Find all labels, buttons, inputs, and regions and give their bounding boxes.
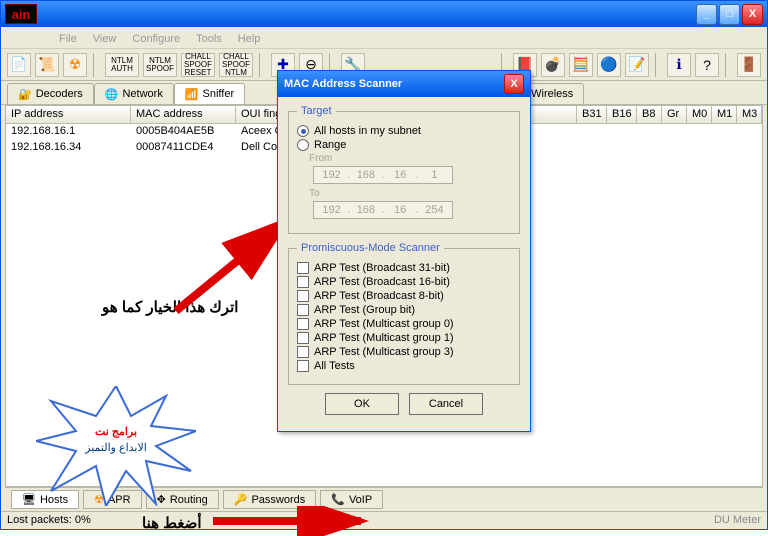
app-logo: ain bbox=[5, 4, 37, 24]
to-label: To bbox=[309, 188, 511, 199]
exit-icon[interactable]: 🚪 bbox=[737, 53, 761, 77]
radio-range[interactable]: Range bbox=[297, 139, 511, 151]
dialog-close-button[interactable]: X bbox=[504, 74, 524, 94]
info-icon[interactable]: ℹ bbox=[667, 53, 691, 77]
col-gr[interactable]: Gr bbox=[662, 106, 687, 123]
help-icon[interactable]: ? bbox=[695, 53, 719, 77]
chall-ntlm-button[interactable]: CHALL SPOOF NTLM bbox=[219, 53, 253, 77]
ip-to-input: 192.168.16.254 bbox=[313, 201, 453, 219]
lock-icon: 🔐 bbox=[18, 88, 32, 101]
ntlm-spoof-button[interactable]: NTLM SPOOF bbox=[143, 53, 177, 77]
script-icon[interactable]: 📜 bbox=[35, 53, 59, 77]
radio-icon bbox=[297, 139, 309, 151]
menu-tools[interactable]: Tools bbox=[190, 31, 228, 48]
annotation-press-here: أضغط هنا bbox=[142, 514, 202, 532]
dialog-title: MAC Address Scanner bbox=[284, 78, 402, 90]
close-button[interactable]: X bbox=[742, 4, 763, 25]
dialog-titlebar: MAC Address Scanner X bbox=[278, 71, 530, 97]
status-right: DU Meter bbox=[714, 514, 761, 527]
target-legend: Target bbox=[297, 105, 336, 117]
check-all-tests[interactable]: All Tests bbox=[297, 360, 511, 372]
check-arp-16[interactable]: ARP Test (Broadcast 16-bit) bbox=[297, 276, 511, 288]
mac-scanner-dialog: MAC Address Scanner X Target All hosts i… bbox=[277, 70, 531, 432]
checkbox-icon bbox=[297, 318, 309, 330]
from-label: From bbox=[309, 153, 511, 164]
menu-view[interactable]: View bbox=[87, 31, 123, 48]
key-icon: 🔑 bbox=[234, 493, 248, 506]
tab-decoders[interactable]: 🔐Decoders bbox=[7, 83, 94, 104]
col-b31[interactable]: B31 bbox=[577, 106, 607, 123]
check-mcast-3[interactable]: ARP Test (Multicast group 3) bbox=[297, 346, 511, 358]
ip-from-input: 192.168.16.1 bbox=[313, 166, 453, 184]
calc-icon[interactable]: 🧮 bbox=[569, 53, 593, 77]
menu-configure[interactable]: Configure bbox=[126, 31, 186, 48]
col-b16[interactable]: B16 bbox=[607, 106, 637, 123]
ntlm-auth-button[interactable]: NTLM AUTH bbox=[105, 53, 139, 77]
new-icon[interactable]: 📄 bbox=[7, 53, 31, 77]
menu-file[interactable]: File bbox=[53, 31, 83, 48]
radio-icon bbox=[297, 125, 309, 137]
nuclear-icon[interactable]: ☢ bbox=[63, 53, 87, 77]
doc-icon[interactable]: 📝 bbox=[625, 53, 649, 77]
col-m3[interactable]: M3 bbox=[737, 106, 762, 123]
check-mcast-0[interactable]: ARP Test (Multicast group 0) bbox=[297, 318, 511, 330]
checkbox-icon bbox=[297, 290, 309, 302]
radio-all-hosts[interactable]: All hosts in my subnet bbox=[297, 125, 511, 137]
check-mcast-1[interactable]: ARP Test (Multicast group 1) bbox=[297, 332, 511, 344]
col-m0[interactable]: M0 bbox=[687, 106, 712, 123]
col-m1[interactable]: M1 bbox=[712, 106, 737, 123]
explode-icon[interactable]: 💣 bbox=[541, 53, 565, 77]
status-left: Lost packets: 0% bbox=[7, 514, 91, 527]
tab-network[interactable]: 🌐Network bbox=[94, 83, 174, 104]
check-arp-31[interactable]: ARP Test (Broadcast 31-bit) bbox=[297, 262, 511, 274]
checkbox-icon bbox=[297, 332, 309, 344]
checkbox-icon bbox=[297, 304, 309, 316]
col-b8[interactable]: B8 bbox=[637, 106, 662, 123]
host-icon: 🖥 bbox=[22, 493, 36, 506]
check-arp-group[interactable]: ARP Test (Group bit) bbox=[297, 304, 511, 316]
col-ip[interactable]: IP address bbox=[6, 106, 131, 123]
sniffer-icon: 📶 bbox=[185, 88, 199, 101]
statusbar: Lost packets: 0% DU Meter bbox=[1, 511, 767, 529]
voip-icon: 📞 bbox=[331, 493, 345, 506]
globe-icon: 🌐 bbox=[105, 88, 119, 101]
col-mac[interactable]: MAC address bbox=[131, 106, 236, 123]
minimize-button[interactable]: _ bbox=[696, 4, 717, 25]
checkbox-icon bbox=[297, 346, 309, 358]
check-arp-8[interactable]: ARP Test (Broadcast 8-bit) bbox=[297, 290, 511, 302]
chall-reset-button[interactable]: CHALL SPOOF RESET bbox=[181, 53, 215, 77]
maximize-button[interactable]: □ bbox=[719, 4, 740, 25]
ok-button[interactable]: OK bbox=[325, 393, 399, 415]
menu-help[interactable]: Help bbox=[232, 31, 267, 48]
ball-icon[interactable]: 🔵 bbox=[597, 53, 621, 77]
titlebar: ain _ □ X bbox=[1, 1, 767, 27]
promiscuous-fieldset: Promiscuous-Mode Scanner ARP Test (Broad… bbox=[288, 242, 520, 385]
checkbox-icon bbox=[297, 276, 309, 288]
tab-sniffer[interactable]: 📶Sniffer bbox=[174, 83, 245, 104]
checkbox-icon bbox=[297, 360, 309, 372]
starburst: برامج نت الابداع والتميز bbox=[36, 386, 196, 506]
checkbox-icon bbox=[297, 262, 309, 274]
arrow-to-ok bbox=[211, 506, 376, 536]
target-fieldset: Target All hosts in my subnet Range From… bbox=[288, 105, 520, 234]
cancel-button[interactable]: Cancel bbox=[409, 393, 483, 415]
promiscuous-legend: Promiscuous-Mode Scanner bbox=[297, 242, 444, 254]
menubar: File View Configure Tools Help bbox=[1, 27, 767, 49]
